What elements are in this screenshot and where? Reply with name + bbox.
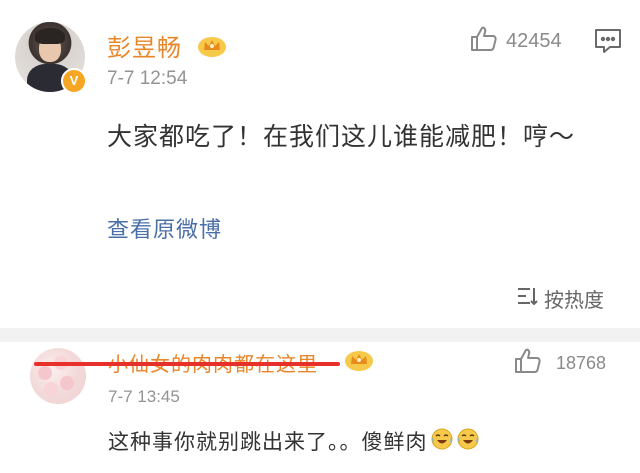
thumbs-up-icon — [470, 25, 498, 57]
commenter-avatar[interactable] — [30, 348, 86, 404]
comment-text: 这种事你就别跳出来了。。傻鲜肉 — [108, 426, 480, 456]
section-divider — [0, 328, 640, 342]
poster-avatar[interactable]: V — [15, 22, 87, 94]
view-original-link[interactable]: 查看原微博 — [107, 212, 222, 244]
poster-username-text: 彭昱畅 — [107, 34, 182, 62]
comment-item: 小仙女的肉肉都在这里 18768 7-7 13:45 这种事你就别跳出来了。。傻… — [0, 342, 640, 473]
comment-like-button[interactable]: 18768 — [514, 348, 606, 378]
comment-icon[interactable] — [594, 28, 622, 58]
redaction-line — [34, 362, 340, 366]
post-like-button[interactable]: 42454 — [470, 26, 562, 56]
post-like-count: 42454 — [506, 29, 562, 52]
crown-icon — [344, 348, 374, 376]
sort-by-hot-button[interactable]: 按热度 — [516, 284, 604, 313]
sort-icon — [516, 286, 544, 311]
laughing-crying-emoji-icon — [456, 427, 480, 456]
verified-badge: V — [61, 68, 87, 94]
comment-timestamp: 7-7 13:45 — [108, 387, 180, 406]
comment-text-content: 这种事你就别跳出来了。。傻鲜肉 — [108, 430, 428, 454]
thumbs-up-icon — [514, 347, 542, 379]
post-card: V 彭昱畅 7-7 12:54 42454 大家都吃了！在我们这儿谁能减肥！哼～… — [0, 0, 640, 328]
comment-like-count: 18768 — [556, 352, 607, 373]
laughing-crying-emoji-icon — [430, 427, 454, 456]
post-timestamp: 7-7 12:54 — [107, 68, 188, 89]
poster-username[interactable]: 彭昱畅 — [107, 28, 227, 64]
crown-icon — [197, 34, 227, 64]
post-content: 大家都吃了！在我们这儿谁能减肥！哼～ — [107, 122, 576, 151]
sort-label: 按热度 — [544, 288, 604, 312]
